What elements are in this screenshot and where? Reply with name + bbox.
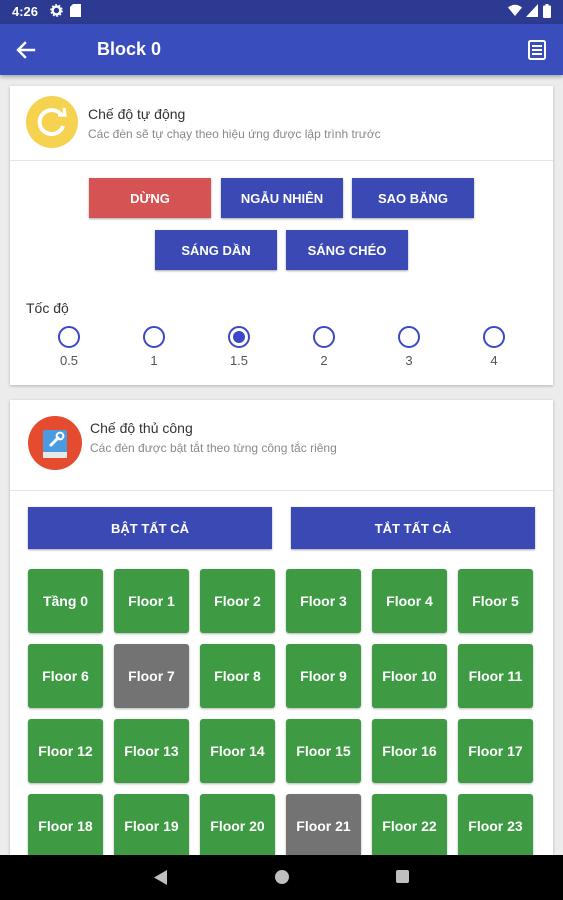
speed-option-0-5[interactable]: 0.5	[54, 326, 84, 368]
speed-option-label: 4	[490, 353, 498, 368]
speed-option-2[interactable]: 2	[309, 326, 339, 368]
floor-switch-20[interactable]: Floor 20	[200, 794, 275, 858]
floor-switch-5[interactable]: Floor 5	[458, 569, 533, 633]
floor-switch-23[interactable]: Floor 23	[458, 794, 533, 858]
speed-radio[interactable]	[58, 326, 80, 348]
floor-switch-13[interactable]: Floor 13	[114, 719, 189, 783]
divider	[10, 490, 553, 491]
back-arrow-icon[interactable]	[12, 36, 40, 64]
list-menu-icon[interactable]	[524, 37, 550, 63]
speed-radio[interactable]	[143, 326, 165, 348]
speed-label: Tốc độ	[26, 300, 69, 316]
signal-icon	[526, 4, 538, 21]
floor-switch-11[interactable]: Floor 11	[458, 644, 533, 708]
status-bar: 4:26	[0, 0, 563, 24]
auto-refresh-icon	[26, 96, 78, 148]
manual-mode-card: Chế độ thủ công Các đèn được bật tắt the…	[10, 400, 553, 870]
manual-mode-subtitle: Các đèn được bật tắt theo từng công tắc …	[90, 441, 337, 455]
speed-radio[interactable]	[313, 326, 335, 348]
divider	[10, 160, 553, 161]
shooting-star-effect-button[interactable]: SAO BĂNG	[352, 178, 474, 218]
wifi-icon	[508, 4, 522, 21]
floor-switch-4[interactable]: Floor 4	[372, 569, 447, 633]
floor-switch-9[interactable]: Floor 9	[286, 644, 361, 708]
nav-back-icon[interactable]	[154, 870, 168, 890]
nav-home-icon[interactable]	[275, 870, 289, 884]
floor-switch-8[interactable]: Floor 8	[200, 644, 275, 708]
floor-switch-2[interactable]: Floor 2	[200, 569, 275, 633]
manual-mode-title: Chế độ thủ công	[90, 420, 193, 436]
manual-book-wrench-icon	[28, 416, 82, 470]
speed-option-label: 3	[405, 353, 413, 368]
speed-option-4[interactable]: 4	[479, 326, 509, 368]
floor-switch-6[interactable]: Floor 6	[28, 644, 103, 708]
sd-card-icon	[70, 4, 81, 21]
floor-switch-15[interactable]: Floor 15	[286, 719, 361, 783]
speed-radio[interactable]	[398, 326, 420, 348]
battery-icon	[543, 4, 551, 22]
app-bar: Block 0	[0, 24, 563, 75]
floor-switch-10[interactable]: Floor 10	[372, 644, 447, 708]
speed-option-label: 1	[150, 353, 158, 368]
status-time: 4:26	[12, 4, 39, 19]
floor-switch-0[interactable]: Tầng 0	[28, 569, 103, 633]
auto-mode-card: Chế độ tự động Các đèn sẽ tự chạy theo h…	[10, 86, 553, 385]
floor-switch-18[interactable]: Floor 18	[28, 794, 103, 858]
speed-option-1[interactable]: 1	[139, 326, 169, 368]
speed-radio[interactable]	[483, 326, 505, 348]
floor-switch-22[interactable]: Floor 22	[372, 794, 447, 858]
speed-option-label: 2	[320, 353, 328, 368]
stop-button[interactable]: DỪNG	[89, 178, 211, 218]
diagonal-effect-button[interactable]: SÁNG CHÉO	[286, 230, 408, 270]
floor-switch-14[interactable]: Floor 14	[200, 719, 275, 783]
floor-switch-7[interactable]: Floor 7	[114, 644, 189, 708]
random-effect-button[interactable]: NGẪU NHIÊN	[221, 178, 343, 218]
floor-switch-17[interactable]: Floor 17	[458, 719, 533, 783]
speed-option-label: 1.5	[229, 353, 249, 368]
speed-radio-selected[interactable]	[228, 326, 250, 348]
turn-all-on-button[interactable]: BẬT TẤT CẢ	[28, 507, 272, 549]
auto-mode-title: Chế độ tự động	[88, 106, 186, 122]
floor-switch-19[interactable]: Floor 19	[114, 794, 189, 858]
floor-switch-16[interactable]: Floor 16	[372, 719, 447, 783]
speed-option-3[interactable]: 3	[394, 326, 424, 368]
page-title: Block 0	[97, 39, 162, 59]
system-nav-bar	[0, 855, 563, 900]
floor-switch-3[interactable]: Floor 3	[286, 569, 361, 633]
speed-option-1-5[interactable]: 1.5	[224, 326, 254, 368]
turn-all-off-button[interactable]: TẮT TẤT CẢ	[291, 507, 535, 549]
floor-switch-21[interactable]: Floor 21	[286, 794, 361, 858]
auto-mode-subtitle: Các đèn sẽ tự chạy theo hiệu ứng được lậ…	[88, 127, 381, 141]
speed-option-label: 0.5	[59, 353, 79, 368]
floor-switch-1[interactable]: Floor 1	[114, 569, 189, 633]
fade-in-effect-button[interactable]: SÁNG DẦN	[155, 230, 277, 270]
floor-switch-12[interactable]: Floor 12	[28, 719, 103, 783]
settings-gear-icon	[50, 4, 63, 21]
nav-recents-icon[interactable]	[396, 870, 409, 883]
